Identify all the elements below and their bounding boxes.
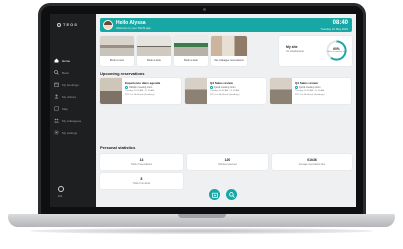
search-icon [228,191,235,198]
reservation-location: NTC 1st 4th Break (Goodings) [295,94,325,96]
tile-label: Set colleague reservations [214,59,244,62]
stat-value: 14 [139,158,144,162]
stat-value: 8 [140,177,143,181]
sidebar-item-colleagues[interactable]: My colleagues [54,116,94,125]
status-icon [125,86,128,89]
sidebar-item-map[interactable]: Map [54,104,94,113]
office-title: My site [286,45,298,49]
sidebar-item-label: My visitors [62,94,77,99]
office-occupancy-card[interactable]: My site NL Headquarter 60% Office occupa… [279,36,352,66]
reservations-title: Upcoming reservations [100,71,145,76]
sidebar-item-bookings[interactable]: My bookings [54,80,94,89]
sidebar-item-home[interactable]: Home [54,56,94,65]
stat-value: 120 [224,158,231,162]
office-location: NL Headquarter [286,50,305,53]
reservation-date: Tuesday 10:00 AM - 11:00 AM [125,90,155,92]
tile-label: Book a desk [184,59,198,62]
reservation-location: NTC 1st 4th Break (Goodings) [210,94,240,96]
power-icon[interactable] [58,186,64,192]
greeting-subtitle: Welcome to your TEOS app [116,26,151,30]
room-photo [100,36,134,56]
reservation-thumbnail [270,78,292,104]
visitors-icon [54,94,59,99]
reservation-thumbnail [185,78,207,104]
desk-photo [137,36,171,56]
tile-colleague-reservations[interactable]: Set colleague reservations [211,36,247,66]
desk-photo [174,36,208,56]
map-icon [54,106,59,111]
calendar-icon [54,82,59,87]
gear-icon [54,130,59,135]
camera [203,8,206,11]
clock-date: Tuesday 10 May 2022 [320,27,348,31]
sidebar-item-label: Book [62,70,69,75]
tile-label: Book a room [109,59,125,62]
tile-label: Book a desk [147,59,161,62]
tile-book-desk[interactable]: Book a desk [137,36,171,66]
sidebar-item-label: My colleagues [62,118,82,123]
reservation-title: Q4 Sales review [295,81,318,85]
sidebar-item-label: Map [62,106,68,111]
reservation-title: Q4 Sales review [210,81,233,85]
stat-card: 120 Minutes reserved [187,154,268,170]
reservation-date: Tuesday 10:00 AM - 11:00 AM [295,90,325,92]
colleagues-icon [54,118,59,123]
stat-label: Total of reservations [130,163,153,166]
avatar[interactable] [103,20,113,30]
home-icon [54,58,59,63]
sidebar-bottom[interactable]: EN [58,186,64,198]
stats-title: Personal statistics [100,145,136,150]
search-icon [54,70,59,75]
reservation-status: Tailspin meeting room [125,86,152,89]
sidebar-item-book[interactable]: Book [54,68,94,77]
reservation-status: Quick meeting room [295,86,320,89]
app-logo: TEOS [57,22,78,27]
reservation-card[interactable]: Q4 Sales review Quick meeting room Tuesd… [270,78,351,104]
sidebar-item-label: My bookings [62,82,79,87]
sidebar-item-visitors[interactable]: My visitors [54,92,94,101]
new-booking-button[interactable] [209,189,220,200]
status-icon [295,86,298,89]
laptop-base [8,214,395,227]
colleagues-photo [211,36,247,56]
occupancy-label: Office occupancy rate [326,51,347,53]
reservation-date: Tuesday 10:00 AM - 11:00 AM [210,90,240,92]
app-screen: TEOS Home Book My bookings My visitors M… [50,14,356,207]
language-label: EN [58,194,63,198]
search-button[interactable] [226,189,237,200]
stat-label: Minutes reserved [218,163,237,166]
laptop-shadow [30,228,373,234]
calendar-add-icon [211,192,218,198]
stat-label: Total of no-show [132,182,151,185]
sidebar-item-label: Home [62,58,71,63]
reservation-thumbnail [100,78,122,104]
sidebar: TEOS Home Book My bookings My visitors M… [50,14,96,207]
reservation-title: Experience dans agenda [125,81,161,85]
welcome-header: Hello Alyssa Welcome to your TEOS app 08… [100,18,352,32]
stat-card: 14 Total of reservations [100,154,183,170]
stat-value: 01h36 [307,158,317,162]
stat-card: 8 Total of no-show [100,173,183,189]
reservation-card[interactable]: Experience dans agenda Tailspin meeting … [100,78,181,104]
stat-card: 01h36 Average reservation time [272,154,352,170]
sidebar-item-settings[interactable]: My settings [54,128,94,137]
sidebar-item-label: My settings [62,130,78,135]
reservation-location: NTC 1st 4th Break (Goodings) [125,94,155,96]
reservation-status: Quick meeting room [210,86,235,89]
tile-book-room[interactable]: Book a room [100,36,134,66]
clock-time: 08:40 [332,20,348,26]
tile-book-desk-2[interactable]: Book a desk [174,36,208,66]
reservation-card[interactable]: Q4 Sales review Quick meeting room Tuesd… [185,78,266,104]
status-icon [210,86,213,89]
stat-label: Average reservation time [298,163,326,166]
logo-mark-icon [57,22,61,27]
